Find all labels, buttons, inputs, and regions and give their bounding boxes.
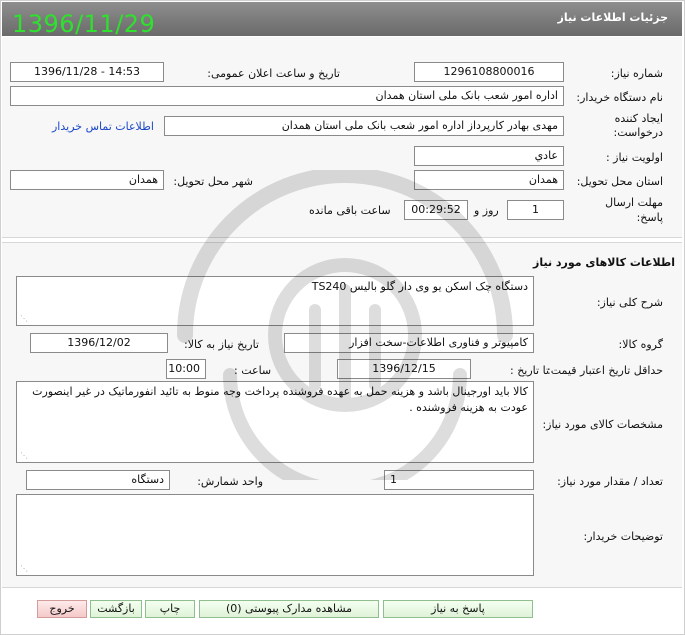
resize-handle-icon[interactable]: ⋰ (20, 565, 28, 573)
back-button[interactable]: بازگشت (90, 600, 142, 618)
resize-handle-icon[interactable]: ⋰ (20, 452, 28, 460)
until-date-field[interactable]: 1396/12/15 (337, 359, 471, 379)
quantity-label: تعداد / مقدار مورد نیاز: (557, 475, 663, 488)
exit-button[interactable]: خروج (37, 600, 87, 618)
delivery-province-field[interactable]: همدان (414, 170, 564, 190)
buyer-notes-textarea[interactable]: ⋰ (16, 494, 534, 576)
hour-label: ساعت : (234, 364, 272, 377)
remaining-suffix-label: ساعت باقی مانده (309, 204, 391, 217)
delivery-city-label: شهر محل تحویل: (173, 175, 253, 188)
need-date-field[interactable]: 1396/12/02 (30, 333, 168, 353)
specs-text: کالا باید اورجینال باشد و هزینه حمل به ع… (32, 385, 528, 414)
unit-field[interactable]: دستگاه (26, 470, 170, 490)
quantity-field[interactable]: 1 (384, 470, 534, 490)
price-validity-label: حداقل تاریخ اعتبار قیمت: (547, 364, 663, 377)
delivery-city-field[interactable]: همدان (10, 170, 164, 190)
summary-label: شرح کلی نیاز: (596, 296, 663, 309)
priority-field[interactable]: عادي (414, 146, 564, 166)
buyer-name-field[interactable]: اداره امور شعب بانک ملی استان همدان (10, 86, 564, 106)
goods-group-label: گروه کالا: (618, 338, 663, 351)
view-attachments-button[interactable]: مشاهده مدارک پیوستی (0) (199, 600, 379, 618)
buyer-contact-link[interactable]: اطلاعات تماس خریدار (52, 120, 154, 133)
priority-label: اولویت نیاز : (605, 151, 663, 164)
reply-to-need-button[interactable]: پاسخ به نیاز (383, 600, 533, 618)
announce-date-field[interactable]: 1396/11/28 - 14:53 (10, 62, 164, 82)
need-number-field[interactable]: 1296108800016 (414, 62, 564, 82)
creator-label-line2: درخواست: (613, 126, 663, 139)
until-date-label: تا تاریخ : (510, 364, 549, 377)
print-button[interactable]: چاپ (145, 600, 195, 618)
delivery-province-label: استان محل تحویل: (576, 175, 663, 188)
summary-textarea[interactable]: دستگاه چک اسکن یو وی دار گلو بالیس TS240… (16, 276, 534, 326)
deadline-time-field[interactable]: 00:29:52 (404, 200, 468, 220)
announce-date-label: تاریخ و ساعت اعلان عمومی: (207, 67, 340, 80)
buyer-notes-label: توضیحات خریدار: (583, 530, 664, 543)
need-number-label: شماره نیاز: (610, 67, 663, 80)
creator-field[interactable]: مهدی بهادر کارپرداز اداره امور شعب بانک … (164, 116, 564, 136)
days-suffix-label: روز و (474, 204, 499, 217)
buyer-name-label: نام دستگاه خریدار: (576, 91, 663, 104)
summary-text: دستگاه چک اسکن یو وی دار گلو بالیس TS240 (311, 280, 528, 293)
deadline-label-line2: پاسخ: (636, 211, 663, 224)
need-date-label: تاریخ نیاز به کالا: (184, 338, 259, 351)
page-title: جزئیات اطلاعات نیاز (557, 11, 669, 24)
unit-label: واحد شمارش: (197, 475, 263, 488)
specs-label: مشخصات کالای مورد نیاز: (542, 418, 663, 431)
goods-group-field[interactable]: کامپیوتر و فناوری اطلاعات-سخت افزار (284, 333, 534, 353)
deadline-days-field[interactable]: 1 (507, 200, 564, 220)
date-stamp: 1396/11/29 (12, 10, 156, 38)
specs-textarea[interactable]: کالا باید اورجینال باشد و هزینه حمل به ع… (16, 381, 534, 463)
deadline-label-line1: مهلت ارسال (605, 196, 663, 209)
goods-section-title: اطلاعات کالاهای مورد نیاز (533, 256, 675, 269)
hour-field[interactable]: 10:00 (166, 359, 206, 379)
resize-handle-icon[interactable]: ⋰ (20, 315, 28, 323)
creator-label-line1: ایجاد کننده (614, 112, 663, 125)
